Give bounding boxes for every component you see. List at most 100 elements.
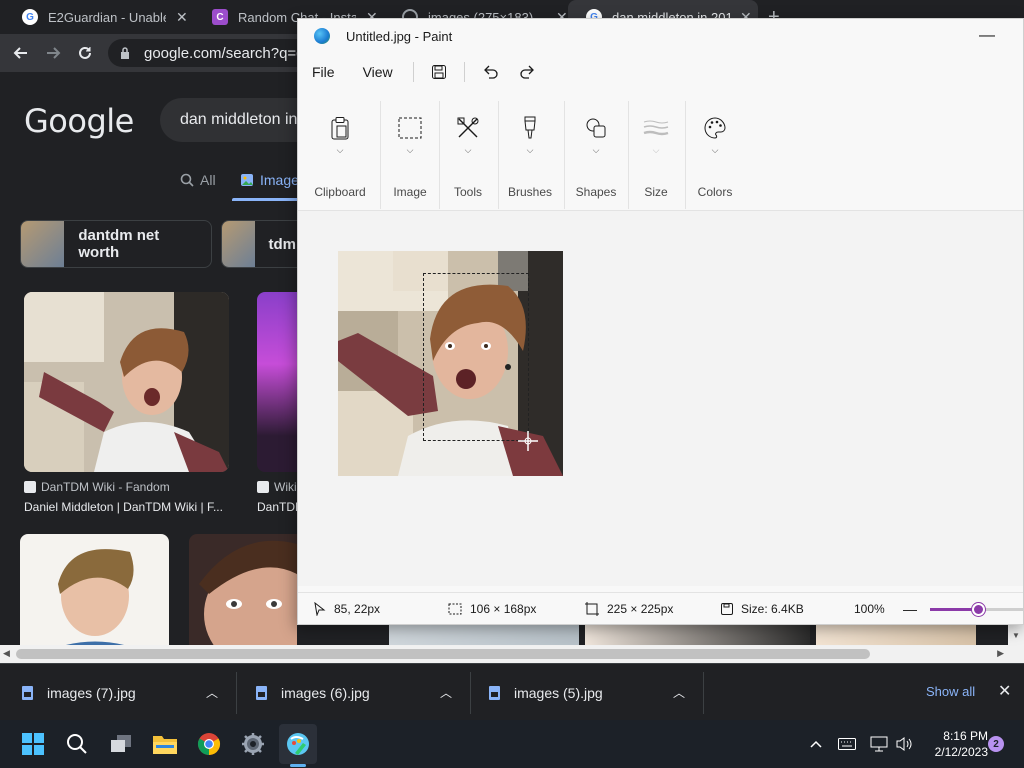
canvas-size: 225 × 225px bbox=[585, 593, 673, 625]
ribbon-group-clipboard[interactable]: ⌵ Clipboard bbox=[312, 99, 368, 203]
selection-rectangle[interactable] bbox=[423, 273, 529, 441]
chevron-down-icon[interactable]: ⌵ bbox=[712, 145, 719, 156]
redo-icon[interactable] bbox=[513, 57, 543, 87]
ribbon-divider bbox=[380, 101, 381, 209]
lock-icon bbox=[121, 47, 129, 59]
address-text: google.com/search?q=da bbox=[144, 44, 313, 62]
chrome-icon[interactable] bbox=[195, 730, 223, 758]
paint-title-bar[interactable]: Untitled.jpg - Paint — bbox=[298, 19, 1023, 53]
system-clock[interactable]: 8:16 PM 2/12/2023 bbox=[924, 728, 988, 760]
chevron-up-icon[interactable]: ︿ bbox=[206, 684, 218, 701]
horizontal-scrollbar[interactable]: ◀ ▶ bbox=[0, 645, 1024, 663]
image-result[interactable]: DanTDM Wiki - Fandom Daniel Middleton | … bbox=[24, 292, 229, 514]
result-thumbnail[interactable] bbox=[189, 534, 297, 645]
chevron-down-icon[interactable]: ⌵ bbox=[593, 145, 600, 156]
close-icon[interactable]: ✕ bbox=[176, 9, 188, 26]
network-icon[interactable] bbox=[868, 730, 890, 758]
paint-canvas[interactable] bbox=[338, 251, 563, 476]
settings-gear-icon[interactable] bbox=[239, 730, 267, 758]
chevron-down-icon[interactable]: ⌵ bbox=[337, 145, 344, 156]
download-item[interactable]: images (6).jpg ︿ bbox=[256, 664, 468, 721]
result-caption[interactable]: Daniel Middleton | DanTDM Wiki | F... bbox=[24, 500, 229, 514]
tab-e2guardian[interactable]: G E2Guardian - Unable to ✕ bbox=[4, 0, 194, 34]
task-view-icon[interactable] bbox=[107, 730, 135, 758]
ribbon-group-image[interactable]: ⌵ Image bbox=[390, 99, 430, 203]
zoom-out-button[interactable]: — bbox=[903, 593, 917, 625]
tab-title: E2Guardian - Unable to bbox=[48, 9, 166, 25]
forward-arrow-icon[interactable] bbox=[40, 40, 66, 66]
chevron-down-icon[interactable]: ⌵ bbox=[465, 145, 472, 156]
tab-all-label: All bbox=[200, 172, 216, 188]
google-logo[interactable]: Google bbox=[24, 102, 134, 140]
chip-thumbnail bbox=[21, 221, 65, 267]
file-icon bbox=[256, 685, 267, 700]
image-result[interactable] bbox=[20, 534, 169, 645]
chevron-down-icon[interactable]: ⌵ bbox=[407, 145, 414, 156]
palette-icon[interactable] bbox=[702, 115, 728, 141]
tab-all[interactable]: All bbox=[180, 172, 216, 188]
result-caption[interactable]: DanTDM bbox=[257, 500, 297, 514]
tools-icon[interactable] bbox=[455, 115, 481, 141]
result-source[interactable]: Wiki bbox=[257, 480, 297, 494]
scroll-right-arrow[interactable]: ▶ bbox=[997, 648, 1004, 659]
zoom-slider[interactable] bbox=[930, 603, 1024, 616]
brush-icon[interactable] bbox=[517, 115, 543, 141]
chevron-up-icon[interactable] bbox=[806, 730, 826, 758]
pointer-icon bbox=[314, 602, 326, 616]
chevron-down-icon[interactable]: ⌵ bbox=[527, 145, 534, 156]
result-thumbnail[interactable] bbox=[389, 625, 579, 645]
zoom-slider-knob[interactable] bbox=[971, 603, 985, 616]
undo-icon[interactable] bbox=[475, 57, 505, 87]
menu-divider bbox=[412, 62, 414, 82]
save-icon[interactable] bbox=[424, 57, 454, 87]
download-item[interactable]: images (7).jpg ︿ bbox=[22, 664, 234, 721]
image-result[interactable]: Wiki DanTDM bbox=[257, 292, 297, 514]
reload-icon[interactable] bbox=[72, 40, 98, 66]
menu-file[interactable]: File bbox=[298, 64, 349, 80]
chevron-up-icon[interactable]: ︿ bbox=[440, 684, 452, 701]
back-arrow-icon[interactable] bbox=[8, 40, 34, 66]
show-all-button[interactable]: Show all bbox=[926, 684, 975, 699]
image-result[interactable] bbox=[189, 534, 297, 645]
menu-view[interactable]: View bbox=[349, 64, 407, 80]
download-filename: images (5).jpg bbox=[514, 684, 603, 701]
zoom-percentage[interactable]: 100% bbox=[854, 593, 885, 625]
paint-workspace[interactable] bbox=[298, 211, 1023, 586]
ribbon-group-shapes[interactable]: ⌵ Shapes bbox=[575, 99, 617, 203]
chevron-up-icon[interactable]: ︿ bbox=[673, 684, 685, 701]
minimize-button[interactable]: — bbox=[979, 27, 995, 45]
download-item[interactable]: images (5).jpg ︿ bbox=[489, 664, 701, 721]
result-thumbnail[interactable] bbox=[257, 292, 297, 472]
keyboard-icon[interactable] bbox=[836, 730, 858, 758]
canvas-size-label: 225 × 225px bbox=[607, 602, 674, 616]
notification-badge[interactable]: 2 bbox=[988, 736, 1004, 752]
result-thumbnail[interactable] bbox=[816, 625, 976, 645]
close-icon[interactable]: ✕ bbox=[998, 681, 1011, 701]
scrollbar-thumb[interactable] bbox=[16, 649, 870, 659]
result-thumbnail[interactable] bbox=[20, 534, 169, 645]
result-thumbnail[interactable] bbox=[585, 625, 810, 645]
shapes-icon[interactable] bbox=[583, 115, 609, 141]
fandom-icon bbox=[24, 481, 36, 493]
ribbon-group-colors[interactable]: ⌵ Colors bbox=[695, 99, 735, 203]
stroke-size-icon[interactable] bbox=[643, 115, 669, 141]
download-divider bbox=[470, 672, 471, 714]
scroll-left-arrow[interactable]: ◀ bbox=[3, 648, 10, 659]
scroll-down-arrow[interactable]: ▼ bbox=[1008, 625, 1024, 645]
ribbon-group-brushes[interactable]: ⌵ Brushes bbox=[508, 99, 552, 203]
ribbon-group-tools[interactable]: ⌵ Tools bbox=[448, 99, 488, 203]
volume-icon[interactable] bbox=[893, 730, 915, 758]
download-filename: images (6).jpg bbox=[281, 684, 370, 701]
result-source[interactable]: DanTDM Wiki - Fandom bbox=[24, 480, 229, 494]
windows-start-icon[interactable] bbox=[19, 730, 47, 758]
search-icon[interactable] bbox=[63, 730, 91, 758]
chip-thumbnail bbox=[222, 221, 255, 267]
select-rectangle-icon[interactable] bbox=[397, 115, 423, 141]
file-explorer-icon[interactable] bbox=[151, 730, 179, 758]
ribbon-label: Shapes bbox=[575, 185, 617, 199]
paint-app-icon[interactable] bbox=[284, 730, 312, 758]
ribbon-group-size[interactable]: ⌵ Size bbox=[641, 99, 671, 203]
result-thumbnail[interactable] bbox=[24, 292, 229, 472]
related-chip[interactable]: dantdm net worth bbox=[20, 220, 212, 268]
clipboard-icon[interactable] bbox=[327, 115, 353, 141]
